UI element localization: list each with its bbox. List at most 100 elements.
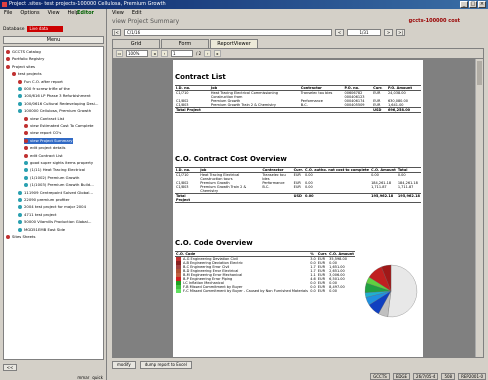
nav-next-button[interactable]: >: [384, 28, 393, 36]
tree-item[interactable]: edit Contract List: [24, 153, 63, 159]
tree-item-label: 100000 Cellulosa, Premium Growth: [24, 108, 92, 114]
menu-edit[interactable]: Edit: [132, 9, 142, 17]
tab-grid[interactable]: Grid: [112, 39, 160, 48]
database-select[interactable]: Live data: [27, 26, 64, 32]
left-menubar: File Options View Help: [0, 9, 79, 17]
modify-button[interactable]: modify: [112, 361, 136, 369]
table-cell: 0.00: [397, 173, 406, 177]
tree-item[interactable]: good super sights items property: [24, 160, 93, 166]
tree-item[interactable]: 4711 test project: [18, 212, 57, 218]
tree-item[interactable]: Project sites: [6, 64, 35, 70]
node-icon: [24, 124, 28, 128]
table-cell: 1,711.87: [397, 185, 414, 189]
navigation-tree[interactable]: GCCTS Catalog Portfolio Registry Project s…: [3, 46, 104, 360]
nav-last-button[interactable]: >|: [396, 28, 405, 36]
window-title: Project .sites- test projects-100000 Cel…: [9, 1, 166, 7]
tab-bar: Grid Form ReportViewer: [112, 39, 259, 48]
node-icon: [18, 87, 22, 91]
tree-item[interactable]: test projects: [12, 71, 42, 77]
table-cell: 0.00: [329, 289, 337, 293]
tree-item[interactable]: Sites Sheets: [6, 234, 35, 240]
tree-item[interactable]: view report CO's: [24, 130, 61, 136]
app-icon: [2, 2, 7, 7]
tab-form[interactable]: Form: [161, 39, 209, 48]
tree-item[interactable]: GCCTS Catalog: [6, 49, 41, 55]
code-pie-chart: [364, 264, 418, 318]
status-mode: quick: [92, 375, 103, 380]
table-cell: C1/803: [176, 185, 189, 189]
first-page-icon[interactable]: ◂: [151, 50, 158, 57]
tree-item[interactable]: 22090 premium profiter: [18, 197, 70, 203]
tree-item[interactable]: edit project details: [24, 145, 66, 151]
tree-item[interactable]: MGD51EMB East Side: [18, 227, 65, 233]
column-header: Curr.: [316, 251, 329, 257]
tree-item[interactable]: 100000 Cellulosa, Premium Growth: [18, 108, 91, 114]
node-icon: [6, 235, 10, 239]
tree-item-label: test projects: [18, 71, 42, 77]
node-icon: [24, 146, 28, 151]
report-scrollbar[interactable]: [475, 59, 483, 357]
tree-item[interactable]: 111909 Centrepoint Solved Global...: [18, 190, 93, 196]
next-page-icon[interactable]: ›: [204, 50, 212, 57]
tree-item-label: 100/0616 Cultural Redeveloping Desi...: [24, 100, 99, 106]
print-icon[interactable]: ▭: [116, 50, 123, 57]
scroll-thumb[interactable]: [477, 61, 482, 85]
left-status: mmar quick: [77, 375, 103, 380]
dump-excel-button[interactable]: dump report to Excel: [139, 361, 192, 369]
minimize-button[interactable]: _: [460, 1, 468, 8]
node-icon: [18, 220, 22, 225]
menu-view[interactable]: View: [48, 9, 60, 17]
prev-page-icon[interactable]: ‹: [161, 50, 168, 57]
node-icon: [24, 153, 28, 158]
tree-item-label: view Project Summary: [30, 137, 73, 143]
node-icon: [18, 94, 22, 99]
tree-item[interactable]: (1/11) Heat Tracing Electrical: [24, 167, 85, 173]
tree-item[interactable]: 100/616 LP Phase 3 Refurbishment: [18, 93, 91, 99]
node-icon: [18, 227, 22, 232]
cost-overview-title: C.O. Contract Cost Overview: [175, 155, 287, 163]
last-page-icon[interactable]: ▸: [214, 50, 222, 57]
tree-item-label: view Contract List: [30, 115, 65, 121]
table-cell: 696,258.00: [386, 107, 421, 113]
tree-item[interactable]: 50000 Vilamills Production Global...: [18, 219, 91, 225]
maximize-button[interactable]: □: [469, 1, 477, 8]
table-cell: Heat Tracing Electrical Construction tou…: [200, 173, 240, 181]
table-cell: 195,962.18: [396, 193, 421, 203]
page-input[interactable]: 1: [171, 50, 193, 57]
tree-item[interactable]: view Contract List: [24, 116, 64, 122]
tree-item[interactable]: view Project Summary: [24, 137, 73, 144]
menu-view-right[interactable]: View: [112, 9, 124, 17]
tree-item[interactable]: Fun C.O. after report: [18, 79, 63, 85]
close-button[interactable]: ×: [478, 1, 486, 8]
tab-reportviewer[interactable]: ReportViewer: [210, 39, 258, 48]
tree-item[interactable]: view Estimated Cost To Complete: [24, 123, 94, 129]
zoom-select[interactable]: 100%: [126, 50, 148, 57]
table-cell: [209, 107, 300, 113]
code-overview-title: C.O. Code Overview: [175, 239, 253, 247]
tree-item-label: (1/1003) Premium Growth Build...: [30, 182, 94, 188]
tree-item[interactable]: Portfolio Registry: [6, 56, 44, 62]
status-date: 26/7/05-4: [413, 373, 439, 380]
tree-item-label: Fun C.O. after report: [24, 78, 63, 84]
table-cell: [261, 193, 293, 203]
node-icon: [24, 116, 28, 121]
tree-item-label: 50000 Vilamills Production Global...: [24, 219, 92, 225]
node-icon: [18, 109, 22, 114]
menu-options[interactable]: Options: [20, 9, 39, 17]
table-cell: Total Project: [175, 107, 210, 113]
record-field[interactable]: C/1/16: [124, 28, 332, 36]
menu-file[interactable]: File: [4, 9, 12, 17]
table-cell: USD: [372, 107, 387, 113]
tree-item[interactable]: 000 fr screw trifle of the: [18, 86, 70, 92]
collapse-button[interactable]: <<: [3, 364, 17, 371]
menu-button[interactable]: Menu: [3, 36, 104, 44]
tree-item[interactable]: (1/1002) Premium Growth: [24, 175, 79, 181]
nav-prev-button[interactable]: <: [335, 28, 344, 36]
tree-item[interactable]: 100/0616 Cultural Redeveloping Desi...: [18, 101, 98, 107]
tree-item[interactable]: 2004 test project for major 2004: [18, 204, 86, 210]
node-icon: [18, 101, 22, 106]
nav-first-button[interactable]: |<: [112, 28, 121, 36]
right-menubar: View Edit: [108, 9, 142, 17]
tree-item[interactable]: (1/1003) Premium Growth Build...: [24, 182, 94, 188]
tree-item-label: edit project details: [30, 145, 66, 151]
